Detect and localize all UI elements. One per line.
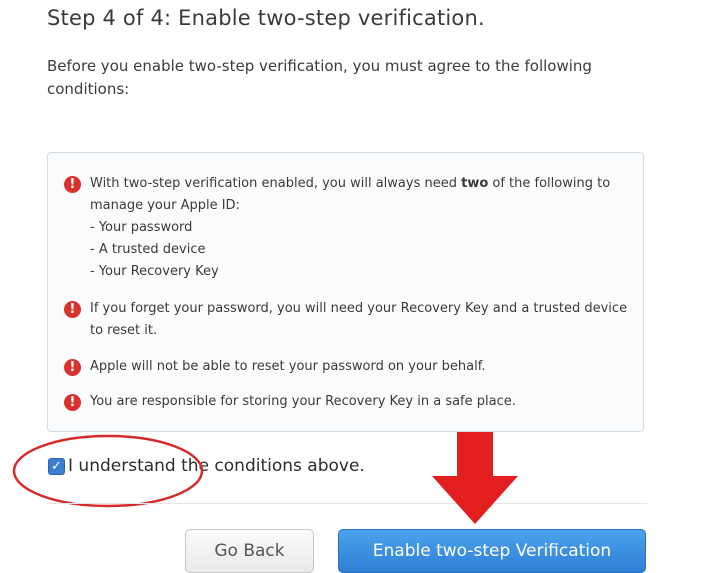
red-arrow-annotation — [432, 432, 518, 524]
divider — [47, 503, 647, 504]
condition-item: ! You are responsible for storing your R… — [64, 391, 633, 413]
intro-text: Before you enable two-step verification,… — [47, 57, 592, 98]
condition-item: ! With two-step verification enabled, yo… — [64, 173, 633, 283]
warning-icon: ! — [64, 359, 81, 376]
condition-list-item: - Your password — [90, 220, 193, 235]
go-back-button[interactable]: Go Back — [185, 529, 314, 573]
condition-text: If you forget your password, you will ne… — [90, 301, 628, 338]
warning-icon: ! — [64, 394, 81, 411]
page-title: Step 4 of 4: Enable two-step verificatio… — [47, 6, 485, 30]
red-circle-annotation — [12, 434, 204, 508]
conditions-box: ! With two-step verification enabled, yo… — [47, 152, 644, 432]
enable-two-step-button[interactable]: Enable two-step Verification — [338, 529, 646, 573]
condition-text: With two-step verification enabled, you … — [90, 176, 462, 191]
condition-text: You are responsible for storing your Rec… — [90, 394, 516, 409]
warning-icon: ! — [64, 176, 81, 193]
condition-text: Apple will not be able to reset your pas… — [90, 359, 486, 374]
warning-icon: ! — [64, 301, 81, 318]
condition-list-item: - A trusted device — [90, 242, 206, 257]
condition-emphasis: two — [461, 176, 489, 191]
condition-item: ! If you forget your password, you will … — [64, 298, 633, 342]
condition-item: ! Apple will not be able to reset your p… — [64, 356, 633, 378]
condition-list-item: - Your Recovery Key — [90, 264, 219, 279]
